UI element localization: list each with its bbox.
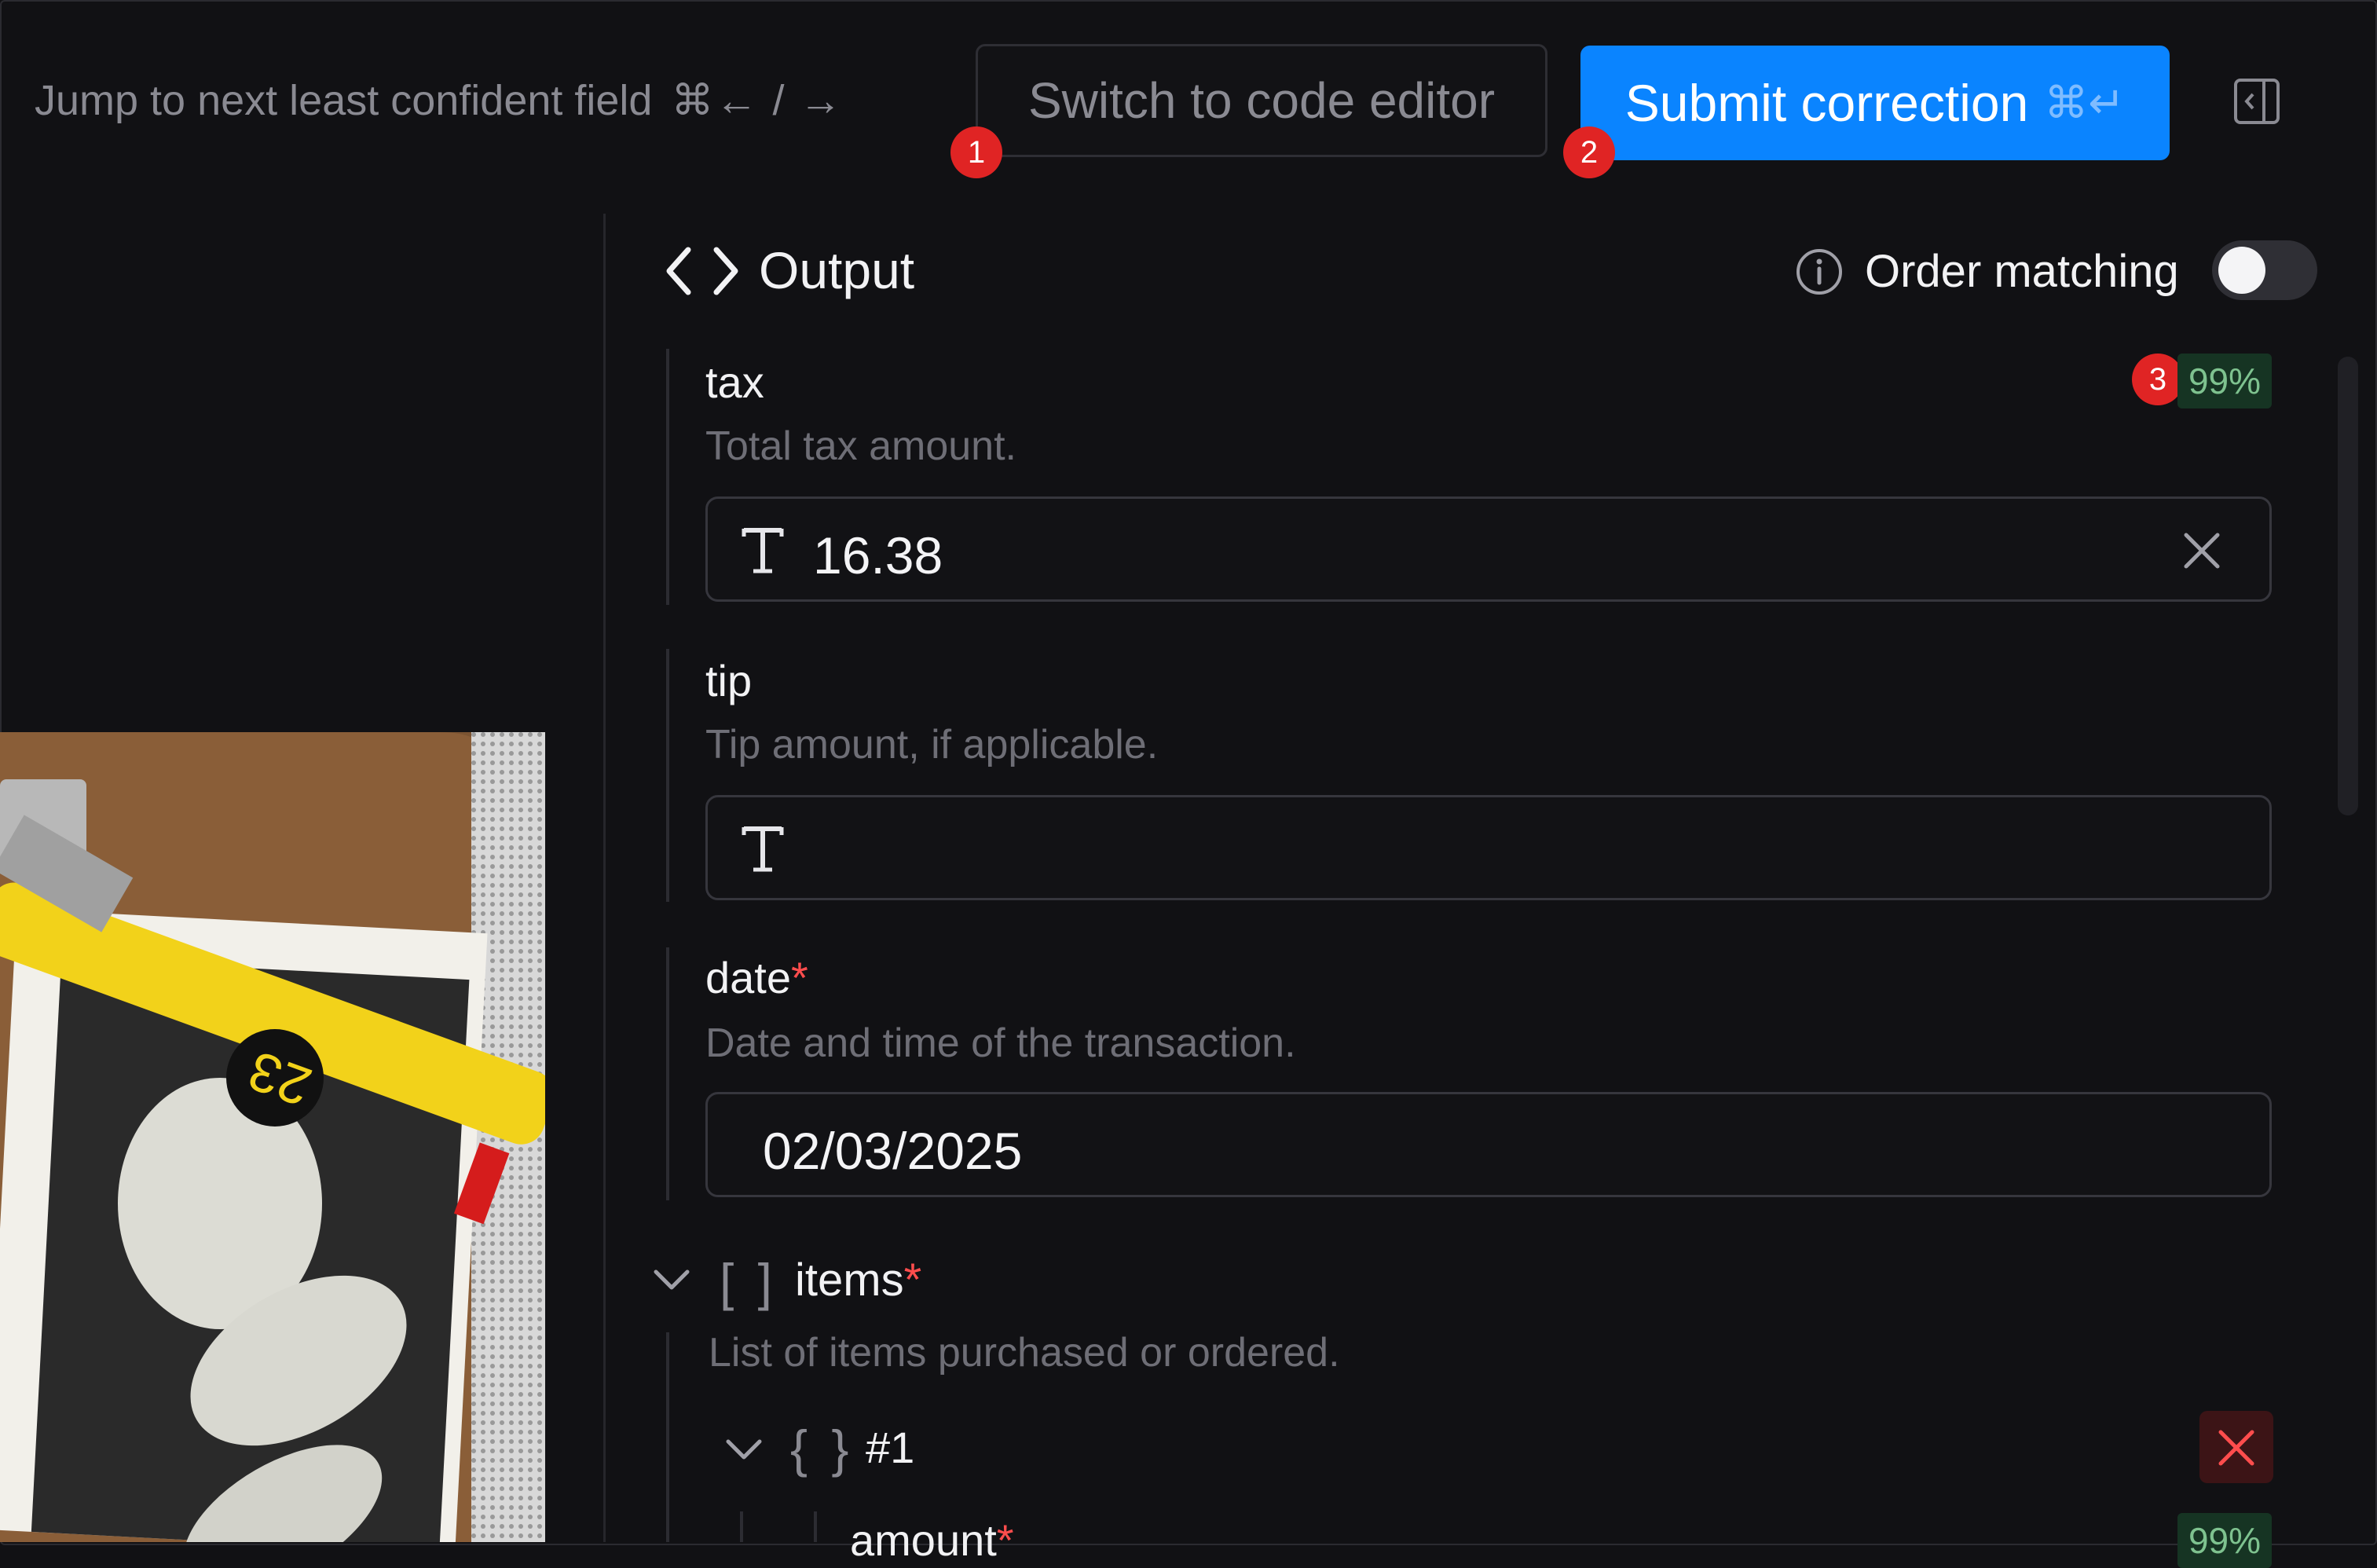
date-input[interactable]: 02/03/2025 [705, 1092, 2272, 1197]
item-entry-label: #1 [866, 1423, 915, 1472]
delete-icon [2218, 1430, 2254, 1466]
field-indent-line [666, 1332, 669, 1542]
date-label-text: date [705, 953, 791, 1002]
chevron-down-icon[interactable] [652, 1268, 691, 1291]
tax-input[interactable]: 16.38 [705, 496, 2272, 602]
object-icon: { } [790, 1420, 854, 1478]
delete-item-button[interactable] [2199, 1411, 2273, 1483]
jump-hint: Jump to next least confident field ⌘← / → [35, 75, 843, 125]
field-indent-line [814, 1511, 817, 1542]
submit-correction-button[interactable]: Submit correction ⌘↵ [1580, 46, 2170, 160]
field-description-date: Date and time of the transaction. [705, 1020, 1296, 1066]
field-label-amount: amount* [850, 1515, 1014, 1566]
sidebar-toggle-icon[interactable] [2232, 77, 2281, 126]
text-type-icon [742, 528, 784, 573]
items-label-text: items [795, 1255, 904, 1306]
annotation-marker-1: 1 [950, 126, 1002, 178]
annotation-marker-3: 3 [2132, 354, 2184, 405]
tip-input[interactable] [705, 795, 2272, 900]
scrollbar-thumb[interactable] [2338, 357, 2358, 815]
field-indent-line [740, 1511, 743, 1542]
confidence-badge-amount: 99% [2177, 1513, 2272, 1568]
array-icon: [ ] [720, 1253, 778, 1311]
toggle-knob [2218, 247, 2265, 294]
document-preview-image: 23 [0, 732, 545, 1542]
clear-icon[interactable] [2181, 530, 2222, 571]
required-marker: * [903, 1255, 922, 1306]
order-matching-label: Order matching [1865, 246, 2179, 297]
field-description-tip: Tip amount, if applicable. [705, 722, 1159, 768]
tax-value: 16.38 [813, 526, 943, 584]
chevron-down-icon[interactable] [724, 1438, 764, 1461]
field-label-tip: tip [705, 656, 753, 705]
field-indent-line [666, 349, 669, 605]
field-description-items: List of items purchased or ordered. [709, 1330, 1340, 1376]
amount-label-text: amount [850, 1515, 997, 1565]
required-marker: * [996, 1515, 1014, 1565]
submit-shortcut: ⌘↵ [2044, 78, 2126, 127]
jump-hint-label: Jump to next least confident field [35, 77, 653, 124]
info-icon[interactable] [1794, 247, 1844, 297]
panel-divider[interactable] [603, 214, 606, 1542]
submit-correction-label: Submit correction [1624, 74, 2029, 132]
jump-hint-shortcut: ⌘← / → [671, 77, 844, 124]
field-label-items: items* [795, 1254, 921, 1306]
code-icon [666, 247, 738, 295]
field-indent-line [666, 649, 669, 902]
annotation-marker-2: 2 [1563, 126, 1615, 178]
text-type-icon [742, 826, 784, 872]
required-marker: * [791, 953, 808, 1002]
field-description-tax: Total tax amount. [705, 423, 1016, 469]
field-label-tax: tax [705, 357, 764, 407]
confidence-badge-tax: 99% [2177, 354, 2272, 408]
field-label-date: date* [705, 952, 808, 1003]
order-matching-toggle[interactable] [2212, 240, 2317, 300]
date-value: 02/03/2025 [763, 1122, 1023, 1180]
field-indent-line [666, 947, 669, 1200]
switch-to-code-editor-button[interactable]: Switch to code editor [976, 44, 1547, 157]
output-title: Output [759, 241, 915, 299]
